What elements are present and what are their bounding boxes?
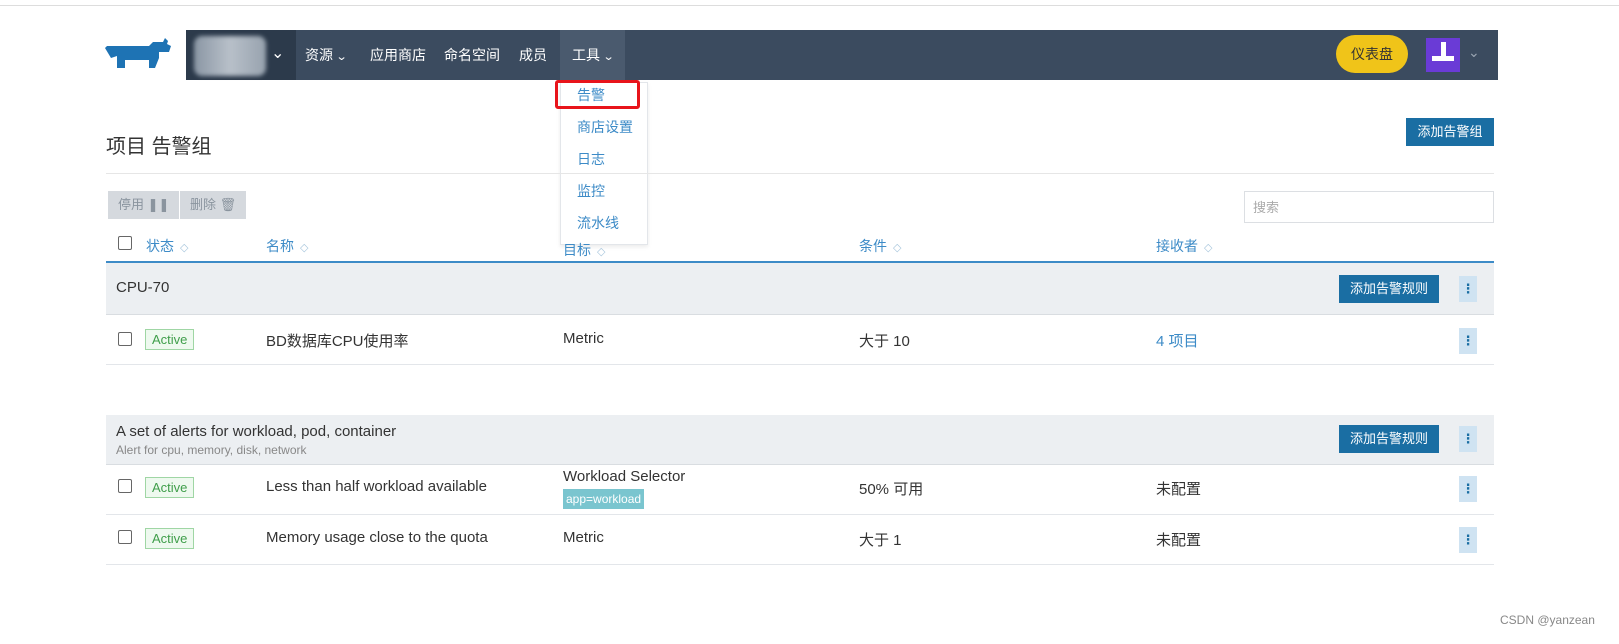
watermark: CSDN @yanzean [1500, 613, 1595, 627]
rule-condition: 大于 1 [859, 532, 902, 549]
column-header-name[interactable]: 名称 ◇ [266, 236, 308, 256]
column-header-condition[interactable]: 条件 ◇ [859, 236, 901, 256]
sort-icon: ◇ [180, 242, 189, 254]
chevron-down-icon: ⌄ [335, 51, 348, 63]
add-alert-rule-button[interactable]: 添加告警规则 [1339, 425, 1439, 453]
menu-item-store-settings[interactable]: 商店设置 [577, 117, 633, 137]
avatar[interactable] [1426, 38, 1460, 72]
rule-condition: 50% 可用 [859, 481, 924, 498]
cluster-name-blurred [194, 36, 266, 76]
divider [106, 173, 1494, 174]
nav-resources[interactable]: 资源 ⌄ [305, 30, 348, 80]
rancher-logo-icon[interactable] [105, 38, 171, 72]
rule-name: BD数据库CPU使用率 [266, 333, 409, 350]
group-title: A set of alerts for workload, pod, conta… [116, 423, 397, 440]
select-all-checkbox[interactable] [118, 236, 132, 250]
status-badge: Active [145, 528, 195, 549]
rule-recipients: 未配置 [1156, 532, 1202, 549]
more-menu-icon[interactable]: ⋮ [1459, 276, 1477, 302]
rule-name: Memory usage close to the quota [266, 529, 488, 546]
table-row: Active Memory usage close to the quota M… [106, 515, 1494, 565]
nav-tools[interactable]: 工具 ⌄ [560, 30, 626, 80]
sort-icon: ◇ [1204, 242, 1213, 254]
chevron-down-icon: ⌄ [271, 45, 285, 62]
rule-recipients: 未配置 [1156, 481, 1202, 498]
sort-icon: ◇ [300, 242, 309, 254]
cluster-selector[interactable]: ⌄ [186, 30, 296, 80]
search-input[interactable] [1244, 191, 1494, 223]
column-header-state[interactable]: 状态 ◇ [146, 236, 188, 256]
more-menu-icon[interactable]: ⋮ [1459, 426, 1477, 452]
more-menu-icon[interactable]: ⋮ [1459, 527, 1477, 553]
table-row: Active BD数据库CPU使用率 Metric 大于 10 4 项目 ⋮ [106, 315, 1494, 365]
sort-icon: ◇ [597, 246, 606, 258]
rule-target: Metric [563, 529, 604, 546]
more-menu-icon[interactable]: ⋮ [1459, 476, 1477, 502]
group-description: Alert for cpu, memory, disk, network [116, 443, 307, 457]
highlight-box [555, 80, 640, 109]
menu-item-logging[interactable]: 日志 [577, 149, 605, 169]
add-alert-group-button[interactable]: 添加告警组 [1406, 118, 1494, 146]
nav-app-store[interactable]: 应用商店 [370, 30, 426, 80]
add-alert-rule-button[interactable]: 添加告警规则 [1339, 275, 1439, 303]
column-header-target[interactable]: 目标 ◇ [563, 240, 605, 260]
chevron-down-icon: ⌄ [602, 51, 615, 63]
selector-tag: app=workload [563, 489, 645, 509]
row-checkbox[interactable] [118, 530, 132, 544]
rule-recipients-link[interactable]: 4 项目 [1156, 330, 1199, 351]
rule-condition: 大于 10 [859, 333, 910, 350]
nav-members[interactable]: 成员 [519, 30, 547, 80]
status-badge: Active [145, 477, 195, 498]
dashboard-button[interactable]: 仪表盘 [1336, 35, 1408, 73]
row-checkbox[interactable] [118, 479, 132, 493]
row-checkbox[interactable] [118, 332, 132, 346]
table-row: Active Less than half workload available… [106, 465, 1494, 515]
rule-target: Metric [563, 330, 604, 347]
chevron-down-icon[interactable]: ⌄ [1468, 44, 1480, 61]
group-title: CPU-70 [116, 279, 170, 296]
status-badge: Active [145, 329, 195, 350]
top-border [0, 5, 1619, 6]
rule-target: Workload Selector [563, 468, 686, 485]
alert-group-header: A set of alerts for workload, pod, conta… [106, 415, 1494, 465]
rule-name: Less than half workload available [266, 478, 487, 495]
menu-item-pipeline[interactable]: 流水线 [577, 213, 619, 233]
disable-button[interactable]: 停用 ❚❚ [108, 191, 180, 219]
page-title: 项目 告警组 [106, 136, 212, 158]
alert-group-header: CPU-70 添加告警规则 ⋮ [106, 263, 1494, 315]
column-header-recipients[interactable]: 接收者 ◇ [1156, 236, 1212, 256]
top-navbar: ⌄ 资源 ⌄ 应用商店 命名空间 成员 工具 ⌄ 仪表盘 ⌄ [186, 30, 1498, 80]
more-menu-icon[interactable]: ⋮ [1459, 328, 1477, 354]
sort-icon: ◇ [893, 242, 902, 254]
nav-namespaces[interactable]: 命名空间 [444, 30, 500, 80]
menu-item-monitoring[interactable]: 监控 [577, 181, 605, 201]
delete-button[interactable]: 删除 🗑 [180, 191, 247, 219]
